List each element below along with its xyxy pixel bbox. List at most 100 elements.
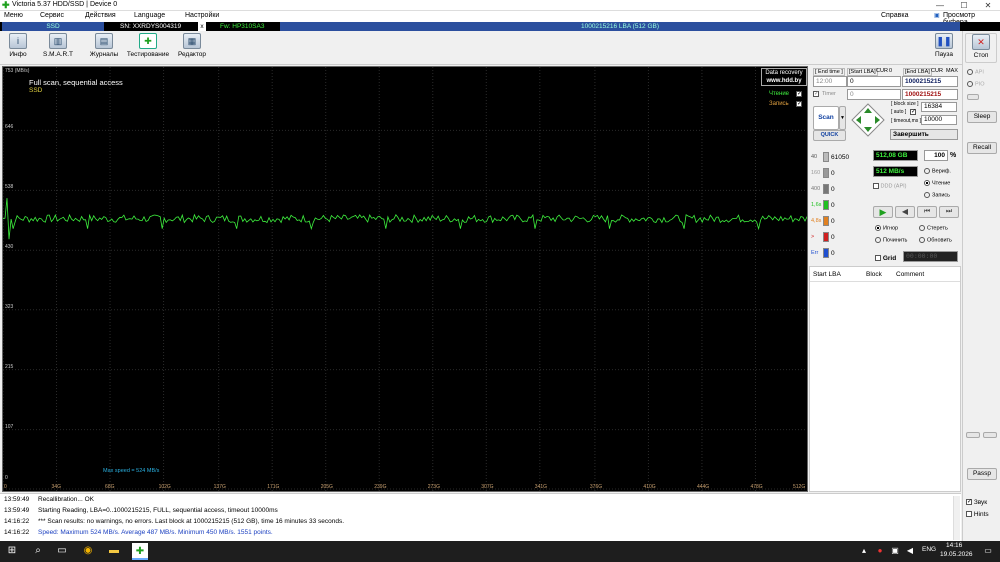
- x-tick-label: 68G: [105, 484, 115, 490]
- timer-checkbox[interactable]: ✓: [813, 91, 819, 97]
- write-radio[interactable]: Запись: [924, 192, 950, 198]
- victoria-taskbar-icon[interactable]: ✚: [132, 543, 148, 560]
- log-time: 13:59:49: [4, 496, 30, 503]
- menu-item-settings[interactable]: Настройки: [185, 12, 219, 19]
- skip-back-icon[interactable]: ⏮: [917, 206, 937, 218]
- auto-checkbox[interactable]: ✓: [910, 109, 916, 115]
- editor-button[interactable]: ▦ Редактор: [174, 33, 210, 63]
- menu-item-service[interactable]: Сервис: [40, 12, 64, 19]
- y-unit-label: 753 (MB/s): [5, 68, 30, 74]
- close-device-icon[interactable]: x: [198, 22, 206, 31]
- windows-start-icon[interactable]: ⊞: [6, 545, 18, 557]
- read-speed-line: [3, 198, 807, 240]
- recall-button[interactable]: Recall: [967, 142, 997, 154]
- timer-label: Timer: [822, 91, 836, 97]
- logs-button[interactable]: ▤ Журналы: [86, 33, 122, 63]
- menu-item-menu[interactable]: Меню: [4, 12, 23, 19]
- block-size-select[interactable]: 16384: [921, 102, 957, 112]
- x-tick-label: 410G: [643, 484, 656, 490]
- end-time-input[interactable]: 12:00: [813, 76, 847, 87]
- x-tick-label: 171G: [267, 484, 280, 490]
- timer-input[interactable]: 0: [847, 89, 901, 100]
- rewind-icon[interactable]: ◀: [895, 206, 915, 218]
- task-view-icon[interactable]: ▭: [56, 545, 68, 557]
- info-button[interactable]: i Инфо: [0, 33, 36, 63]
- file-explorer-icon[interactable]: ▬: [108, 545, 120, 557]
- legend-read-checkbox[interactable]: ✓: [796, 91, 802, 97]
- recovery-line-1: Data recovery: [765, 70, 803, 76]
- menu-item-language[interactable]: Language: [134, 12, 165, 19]
- x-tick-label: 478G: [750, 484, 763, 490]
- start-lba-input[interactable]: 0: [847, 76, 901, 87]
- erase-radio[interactable]: Стереть: [919, 225, 948, 231]
- log-scrollbar[interactable]: [953, 496, 960, 540]
- maximize-button[interactable]: ☐: [952, 0, 976, 11]
- counter-value: 0: [831, 186, 835, 193]
- scroll-right-button[interactable]: [983, 432, 997, 438]
- title-bar: ✚ Victoria 5.37 HDD/SSD | Device 0 — ☐ ✕: [0, 0, 1000, 11]
- clock-date[interactable]: 19.05.2026: [940, 551, 973, 558]
- x-tick-label: 376G: [589, 484, 603, 490]
- y-tick-label: 323: [5, 303, 14, 310]
- percent-sign: %: [950, 152, 957, 159]
- timeout-select[interactable]: 10000: [921, 115, 957, 125]
- sound-checkbox[interactable]: ✓ Звук: [966, 499, 987, 506]
- close-button[interactable]: ✕: [976, 0, 1000, 11]
- event-log: 13:59:49 Recallibration... OK 13:59:49 Star…: [0, 493, 961, 541]
- timer-clock: 00:00:00: [903, 251, 958, 262]
- notification-icon[interactable]: ▭: [982, 545, 994, 557]
- chevron-up-icon[interactable]: ▴: [858, 545, 870, 557]
- cur-label: CUR: [876, 68, 888, 74]
- menu-item-help[interactable]: Справка: [881, 12, 908, 19]
- testing-button[interactable]: ✚ Тестирование: [126, 33, 170, 63]
- volume-icon[interactable]: ◀: [904, 545, 916, 557]
- minimize-button[interactable]: —: [928, 0, 952, 11]
- clock-time[interactable]: 14:16: [946, 542, 962, 549]
- end-time-label: [ End time ]: [813, 68, 845, 76]
- pause-button[interactable]: ❚❚ Пауза: [926, 33, 962, 63]
- sleep-button[interactable]: Sleep: [967, 111, 997, 123]
- update-radio[interactable]: Обновить: [919, 237, 952, 243]
- end-lba-max-input[interactable]: 1000215215: [902, 89, 958, 100]
- language-indicator[interactable]: ENG: [922, 546, 936, 553]
- legend-write-checkbox[interactable]: ✓: [796, 101, 802, 107]
- side-controls: ✕ Стоп API PIO Sleep Recall Passp ✓ Звук…: [962, 31, 1000, 541]
- network-icon[interactable]: ▣: [889, 545, 901, 557]
- verify-radio[interactable]: Вериф.: [924, 168, 951, 174]
- grid-checkbox[interactable]: Grid: [875, 255, 896, 262]
- app-tray-icon[interactable]: ●: [874, 545, 886, 557]
- repair-radio[interactable]: Починить: [875, 237, 907, 243]
- quick-button[interactable]: QUICK: [813, 130, 846, 141]
- scan-button[interactable]: Scan: [813, 106, 839, 130]
- smart-button[interactable]: ▥ S.M.A.R.T: [40, 33, 76, 63]
- testing-icon: ✚: [139, 33, 157, 49]
- ddd-api-checkbox[interactable]: DDD (API): [873, 183, 907, 189]
- finish-select[interactable]: Завершить: [890, 129, 958, 140]
- x-tick-label: 341G: [534, 484, 548, 490]
- stop-button[interactable]: ✕ Стоп: [965, 33, 997, 63]
- ignore-radio[interactable]: Игнор: [875, 225, 898, 231]
- info-icon: i: [9, 33, 27, 49]
- control-panel: [ End time ] [Start LBA] CUR 0 [End LBA]…: [809, 66, 961, 492]
- menu-item-actions[interactable]: Действия: [85, 12, 116, 19]
- app-icon: ✚: [2, 0, 10, 10]
- pio-radio[interactable]: PIO: [967, 81, 984, 87]
- col-block: Block: [866, 271, 882, 278]
- recovery-line-2: www.hdd.by: [766, 78, 802, 84]
- search-icon[interactable]: ⌕: [32, 545, 44, 557]
- scroll-left-button[interactable]: [966, 432, 980, 438]
- data-recovery-badge[interactable]: Data recovery www.hdd.by: [761, 68, 807, 86]
- skip-end-icon[interactable]: ⏭: [939, 206, 959, 218]
- play-icon[interactable]: ▶: [873, 206, 893, 218]
- counter-value: 0: [831, 234, 835, 241]
- direction-pad-icon[interactable]: [850, 102, 886, 138]
- read-radio[interactable]: Чтение: [924, 180, 950, 186]
- scan-dropdown-icon[interactable]: ▼: [839, 106, 846, 130]
- api-label: API: [975, 69, 984, 76]
- api-radio[interactable]: API: [967, 69, 984, 75]
- end-lba-input[interactable]: 1000215215: [902, 76, 958, 87]
- passp-button[interactable]: Passp: [967, 468, 997, 480]
- chrome-icon[interactable]: ◉: [82, 545, 94, 557]
- hints-checkbox[interactable]: Hints: [966, 511, 989, 518]
- port-toggle[interactable]: [967, 94, 979, 100]
